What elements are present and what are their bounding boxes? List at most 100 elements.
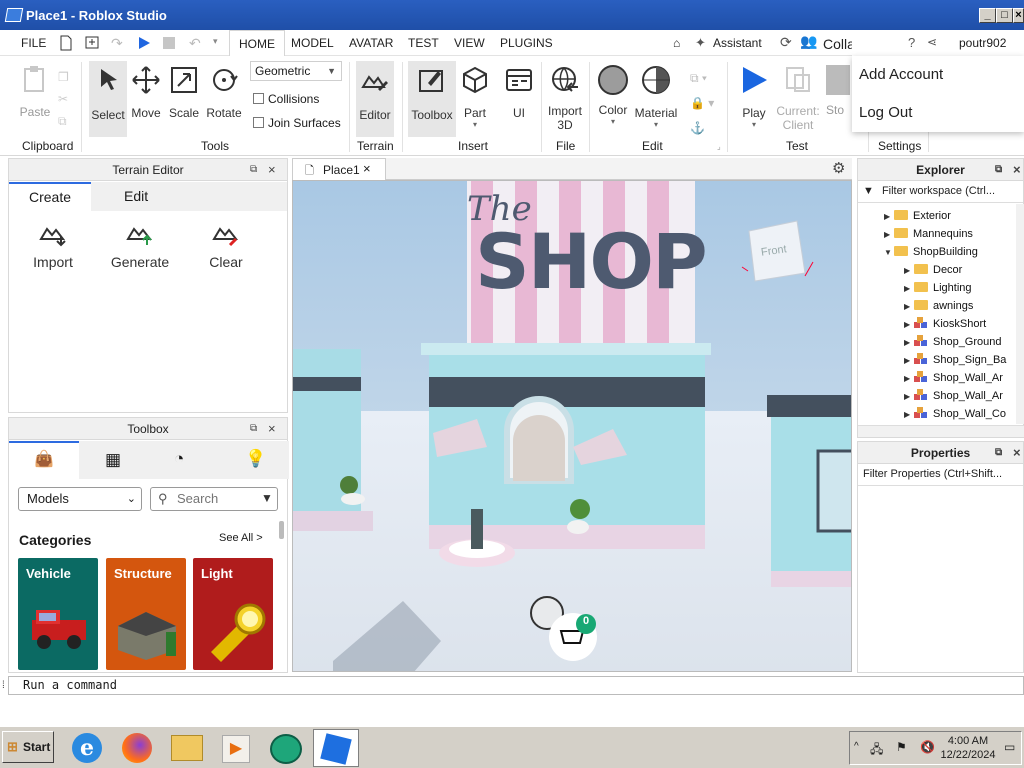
toolbox-scrollbar[interactable]	[279, 521, 284, 539]
redo-icon[interactable]: ↷	[111, 35, 123, 52]
expand-arrow-icon[interactable]: ▶	[904, 316, 914, 334]
viewport-settings-gear-icon[interactable]: ⚙	[832, 159, 845, 177]
refresh-icon[interactable]: ⟳	[780, 34, 792, 51]
ui-button[interactable]: UI	[503, 65, 535, 120]
toolbox-button[interactable]: Toolbox	[408, 61, 456, 137]
expand-arrow-icon[interactable]: ▶	[904, 406, 914, 424]
material-button[interactable]: Material ▾	[633, 65, 679, 129]
terrain-clear-button[interactable]: Clear	[201, 221, 251, 270]
file-menu[interactable]: FILE	[21, 36, 46, 50]
expand-arrow-icon[interactable]: ▶	[904, 388, 914, 406]
explorer-filter[interactable]: ▼ Filter workspace (Ctrl...	[858, 181, 1023, 203]
log-out-item[interactable]: Log Out	[859, 104, 912, 121]
collaborate-icon[interactable]: 👥	[800, 33, 817, 50]
assistant-button[interactable]: Assistant	[713, 36, 762, 50]
tab-marketplace[interactable]: 👜	[9, 441, 79, 479]
undo-icon[interactable]: ↶	[189, 35, 201, 52]
part-button[interactable]: Part ▾	[459, 65, 491, 129]
category-card-structure[interactable]: Structure	[106, 558, 186, 670]
undock-icon[interactable]: ⧉	[250, 159, 257, 181]
messenger-icon[interactable]	[270, 734, 302, 764]
properties-filter[interactable]: Filter Properties (Ctrl+Shift...	[858, 464, 1023, 486]
close-button[interactable]: ×	[1013, 8, 1024, 23]
explorer-item[interactable]: ▶ Shop_Wall_Ar	[858, 369, 1016, 387]
expand-arrow-icon[interactable]: ▶	[884, 208, 894, 226]
tab-avatar[interactable]: AVATAR	[349, 36, 393, 50]
explorer-item[interactable]: ▼ ShopBuilding	[858, 243, 1016, 261]
collapse-arrow-icon[interactable]: ▼	[884, 244, 894, 262]
close-panel-icon[interactable]: ×	[1013, 442, 1021, 464]
flag-icon[interactable]: ⚑	[896, 740, 907, 754]
tab-model[interactable]: MODEL	[291, 36, 334, 50]
maximize-button[interactable]: □	[996, 8, 1013, 23]
category-card-light[interactable]: Light	[193, 558, 273, 670]
explorer-item[interactable]: ▶ Shop_Ground	[858, 333, 1016, 351]
expand-icon[interactable]: ⌟	[717, 142, 721, 151]
tab-view[interactable]: VIEW	[454, 36, 485, 50]
file-explorer-icon[interactable]	[171, 735, 203, 761]
group-lock-anchor-icons[interactable]: ⧉ ▾ 🔒 ▾ ⚓	[690, 66, 714, 141]
explorer-item[interactable]: ▶ awnings	[858, 297, 1016, 315]
scale-button[interactable]: Scale	[166, 65, 202, 120]
terrain-editor-button[interactable]: Editor	[356, 61, 394, 137]
explorer-vscrollbar[interactable]	[1016, 204, 1024, 424]
expand-arrow-icon[interactable]: ▶	[904, 352, 914, 370]
minimize-button[interactable]: _	[979, 8, 996, 23]
undock-icon[interactable]: ⧉	[995, 159, 1002, 181]
show-hidden-chevron-icon[interactable]: ^	[854, 741, 859, 752]
current-client-button[interactable]: Current: Client	[775, 65, 821, 132]
color-button[interactable]: Color ▾	[594, 65, 632, 126]
expand-arrow-icon[interactable]: ▶	[904, 280, 914, 298]
explorer-hscrollbar[interactable]	[858, 425, 1024, 437]
expand-arrow-icon[interactable]: ▶	[904, 370, 914, 388]
volume-muted-icon[interactable]: 🔇	[920, 740, 935, 754]
search-input[interactable]	[177, 491, 257, 506]
tab-plugins[interactable]: PLUGINS	[500, 36, 553, 50]
tab-place1[interactable]: 🗋 Place1 ×	[292, 158, 386, 180]
paste-button[interactable]: Paste	[17, 64, 53, 119]
move-button[interactable]: Move	[129, 65, 163, 120]
close-panel-icon[interactable]: ×	[268, 159, 276, 181]
explorer-item[interactable]: ▶ Decor	[858, 261, 1016, 279]
select-button[interactable]: Select	[89, 61, 127, 137]
explorer-item[interactable]: ▶ Lighting	[858, 279, 1016, 297]
tab-test[interactable]: TEST	[408, 36, 439, 50]
stop-icon[interactable]	[163, 37, 175, 49]
category-card-vehicle[interactable]: Vehicle	[18, 558, 98, 670]
close-panel-icon[interactable]: ×	[1013, 159, 1021, 181]
stop-button[interactable]: Sto	[826, 65, 850, 117]
command-bar[interactable]: Run a command	[8, 676, 1024, 695]
terrain-generate-button[interactable]: Generate	[107, 221, 173, 270]
toolbox-search[interactable]: ⚲ ▼	[150, 487, 278, 511]
play-run-icon[interactable]	[137, 36, 151, 50]
start-button[interactable]: ⊞ Start	[2, 731, 54, 763]
tab-create[interactable]: Create	[9, 182, 91, 211]
tab-edit[interactable]: Edit	[91, 182, 287, 211]
snap-mode-select[interactable]: Geometric ▼	[250, 61, 342, 81]
3d-viewport[interactable]: The SHOP Front 0	[292, 180, 852, 672]
expand-arrow-icon[interactable]: ▶	[884, 226, 894, 244]
tab-creations-lightbulb-icon[interactable]: 💡	[245, 449, 266, 469]
tab-home[interactable]: HOME	[229, 30, 285, 57]
explorer-item[interactable]: ▶ Shop_Wall_Ar	[858, 387, 1016, 405]
collisions-checkbox[interactable]: Collisions	[253, 92, 319, 106]
explorer-item[interactable]: ▶ Exterior	[858, 207, 1016, 225]
see-all-link[interactable]: See All >	[219, 532, 263, 544]
explorer-item[interactable]: ▶ KioskShort	[858, 315, 1016, 333]
network-icon[interactable]: 🖧	[870, 740, 883, 761]
tab-inventory-grid-icon[interactable]: ▦	[105, 450, 121, 470]
expand-arrow-icon[interactable]: ▶	[904, 262, 914, 280]
play-button[interactable]: Play ▾	[735, 65, 773, 129]
explorer-item[interactable]: ▶ Shop_Wall_Co	[858, 405, 1016, 423]
explorer-item[interactable]: ▶ Shop_Sign_Ba	[858, 351, 1016, 369]
filter-funnel-icon[interactable]: ▼	[261, 491, 273, 505]
clock[interactable]: 4:00 AM 12/22/2024	[938, 734, 998, 762]
internet-explorer-icon[interactable]: e	[72, 733, 102, 763]
terrain-import-button[interactable]: Import	[27, 221, 79, 270]
tab-recent-clock-icon[interactable]: ◔	[174, 449, 184, 469]
rotate-button[interactable]: Rotate	[205, 65, 243, 120]
new-file-icon[interactable]	[59, 35, 73, 51]
show-desktop-icon[interactable]: ▭	[1004, 740, 1015, 754]
undock-icon[interactable]: ⧉	[250, 418, 257, 440]
share-icon[interactable]: ⋖	[927, 35, 937, 49]
